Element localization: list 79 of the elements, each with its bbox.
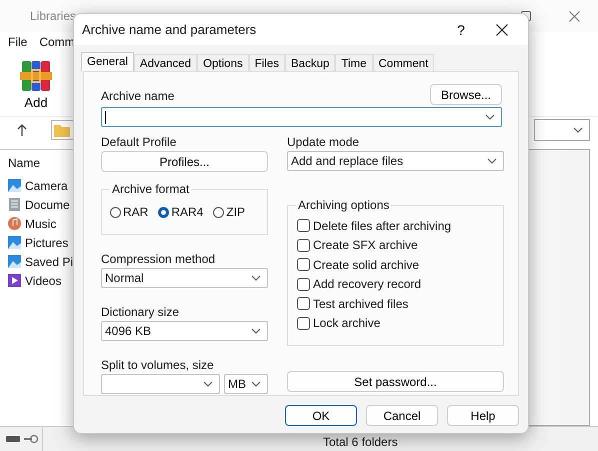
folder-item[interactable]: Saved Pi (0, 252, 80, 271)
dialog-button[interactable]: Help (447, 405, 519, 426)
tab[interactable]: General (81, 52, 134, 71)
checkbox-option[interactable]: Lock archive (297, 316, 503, 330)
browse-button[interactable]: Browse... (430, 84, 502, 105)
tab[interactable]: Time (335, 54, 372, 72)
checkbox[interactable] (297, 258, 310, 272)
tab[interactable]: Options (197, 54, 249, 72)
field-label: Split to volumes, size (101, 358, 215, 372)
address-dropdown[interactable] (534, 119, 590, 141)
close-icon (569, 10, 580, 22)
books-icon (20, 58, 52, 92)
update-mode-dropdown[interactable]: Add and replace files (287, 151, 504, 171)
radio-option[interactable]: RAR (110, 205, 148, 219)
checkbox-option[interactable]: Delete files after archiving (297, 219, 503, 232)
field-label: Archive name (101, 89, 174, 103)
group-title: Archiving options (296, 198, 392, 212)
checkbox[interactable] (297, 238, 310, 252)
chevron-icon (251, 327, 261, 335)
help-button[interactable]: ? (446, 20, 476, 38)
radio-option[interactable]: RAR4 (158, 205, 204, 219)
folder-item[interactable]: Music (0, 214, 80, 233)
music-icon (8, 217, 21, 230)
up-arrow-icon (17, 124, 27, 136)
video-icon (8, 274, 21, 287)
close-icon (496, 24, 508, 36)
volume-size-field[interactable] (101, 374, 220, 394)
tab[interactable]: Comment (372, 54, 434, 72)
checkbox-option[interactable]: Create solid archive (297, 258, 503, 272)
dialog-button[interactable]: OK (285, 405, 357, 426)
folder-item[interactable]: Docume (0, 195, 80, 214)
status-text: Total 6 folders (323, 435, 398, 449)
profiles-button[interactable]: Profiles... (101, 151, 268, 172)
compression-dropdown[interactable]: Normal (101, 268, 268, 288)
radio-button[interactable] (213, 206, 224, 218)
folder-item[interactable]: Videos (0, 271, 80, 290)
checkbox[interactable] (297, 297, 310, 310)
chevron-icon (485, 113, 495, 121)
checkbox[interactable] (297, 278, 310, 291)
document-icon (8, 198, 21, 211)
window-title: Libraries (30, 9, 76, 23)
set-password-button[interactable]: Set password... (287, 371, 504, 392)
tab[interactable]: Files (248, 54, 285, 72)
folder-item[interactable]: Pictures (0, 233, 80, 252)
picture-icon (8, 255, 21, 268)
add-button[interactable]: Add (20, 58, 52, 110)
dialog-button[interactable]: Cancel (366, 405, 438, 426)
dictionary-size-dropdown[interactable]: 4096 KB (101, 321, 268, 341)
chevron-icon (251, 274, 261, 282)
chevron-icon (203, 380, 213, 388)
radio-button[interactable] (158, 206, 170, 218)
tab[interactable]: Backup (285, 54, 336, 72)
folder-item[interactable]: Camera (0, 176, 80, 195)
checkbox-option[interactable]: Create SFX archive (297, 238, 503, 252)
chevron-icon (487, 157, 497, 165)
dialog-title: Archive name and parameters (82, 22, 258, 37)
chevron-icon (251, 380, 261, 388)
checkbox[interactable] (297, 219, 310, 232)
radio-button[interactable] (110, 206, 121, 218)
chevron-icon (573, 126, 583, 134)
drive-icon (6, 435, 20, 443)
checkbox-option[interactable]: Add recovery record (297, 278, 503, 291)
field-label: Update mode (287, 135, 360, 149)
archive-name-field[interactable] (101, 107, 502, 127)
picture-icon (8, 236, 21, 249)
folder-icon (54, 124, 70, 136)
key-icon (24, 434, 38, 444)
field-label: Compression method (101, 252, 216, 266)
text-cursor (105, 110, 106, 124)
group-title: Archive format (110, 182, 192, 196)
radio-option[interactable]: ZIP (213, 205, 246, 219)
picture-icon (8, 179, 21, 192)
tab[interactable]: Advanced (134, 54, 198, 72)
unit-dropdown[interactable]: MB (224, 374, 268, 394)
field-label: Default Profile (101, 135, 178, 149)
menu-item[interactable]: File (8, 35, 28, 49)
field-label: Dictionary size (101, 305, 180, 319)
checkbox-option[interactable]: Test archived files (297, 297, 503, 310)
checkbox[interactable] (297, 316, 310, 330)
